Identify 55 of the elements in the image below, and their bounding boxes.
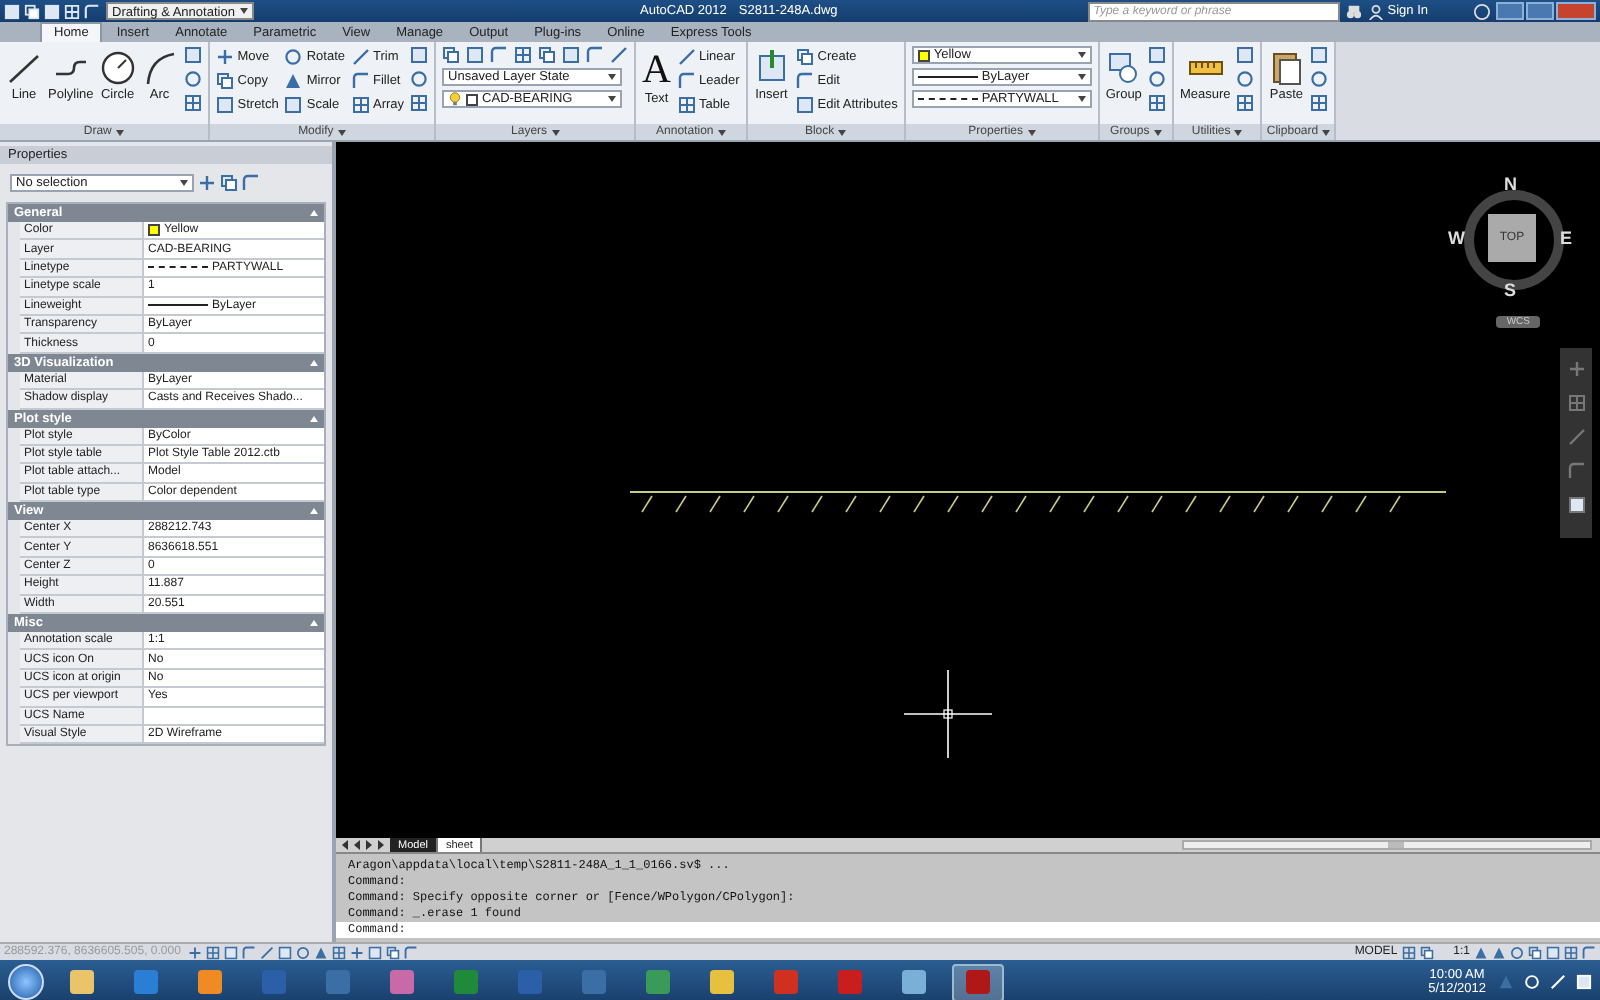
table-icon <box>677 95 695 113</box>
status-toggle-icon[interactable] <box>1564 945 1578 959</box>
paste-icon <box>1268 50 1305 86</box>
horizontal-scrollbar[interactable] <box>1182 840 1592 850</box>
toolbar-icon[interactable] <box>64 3 80 19</box>
status-toggle-icon[interactable] <box>188 945 202 959</box>
caret-icon <box>1234 129 1243 135</box>
status-toggle-icon[interactable] <box>350 945 364 959</box>
caret-icon <box>717 129 726 135</box>
copy-icon <box>215 71 234 89</box>
group-icon <box>1105 50 1142 86</box>
caret-icon <box>1322 129 1331 135</box>
line-sample <box>148 304 208 307</box>
lightbulb-icon <box>448 92 463 106</box>
move-icon <box>215 47 234 65</box>
caret-icon <box>115 129 124 135</box>
compass-label: W <box>1448 228 1465 248</box>
block-insert-icon <box>753 50 790 86</box>
caret-icon <box>551 129 560 135</box>
caret-icon <box>1153 129 1162 135</box>
toolbar-icon[interactable] <box>84 3 100 19</box>
fillet-icon <box>351 71 370 89</box>
tool-icon[interactable] <box>1147 94 1166 112</box>
user-icon[interactable] <box>1367 3 1384 19</box>
binoculars-icon[interactable] <box>1345 3 1362 19</box>
status-toggle-icon[interactable] <box>206 945 220 959</box>
caret-icon <box>337 129 346 135</box>
dashed-line-sample <box>917 98 978 100</box>
tool-icon[interactable] <box>1310 94 1329 112</box>
crosshair-cursor <box>903 669 993 759</box>
line-sample <box>917 76 978 78</box>
status-toggle-icon[interactable] <box>1419 945 1434 959</box>
compass-label: S <box>1504 280 1517 300</box>
arc-icon <box>141 50 178 86</box>
layer-color-square <box>466 93 479 105</box>
text-tool-glyph: A <box>642 50 671 90</box>
caret-icon <box>838 129 847 135</box>
tool-icon[interactable] <box>514 46 533 64</box>
tool-icon[interactable] <box>410 94 429 112</box>
help-icon[interactable] <box>1474 3 1490 19</box>
compass-label: N <box>1504 174 1517 194</box>
line-icon <box>6 50 42 86</box>
tool-icon[interactable] <box>198 174 216 192</box>
caret-icon <box>1027 129 1036 135</box>
status-toggle-icon[interactable] <box>1401 945 1416 959</box>
status-toggle-icon[interactable] <box>332 945 346 959</box>
dashed-line-sample <box>148 266 208 269</box>
taskbar-app-icon[interactable] <box>952 963 1004 1000</box>
compass-label: E <box>1560 228 1573 248</box>
status-toggle-icon[interactable] <box>1582 945 1596 959</box>
start-button[interactable] <box>8 964 44 1000</box>
tool-icon[interactable] <box>183 94 202 112</box>
tool-icon[interactable] <box>1236 94 1255 112</box>
array-icon <box>351 95 370 113</box>
circle-icon <box>99 50 136 86</box>
